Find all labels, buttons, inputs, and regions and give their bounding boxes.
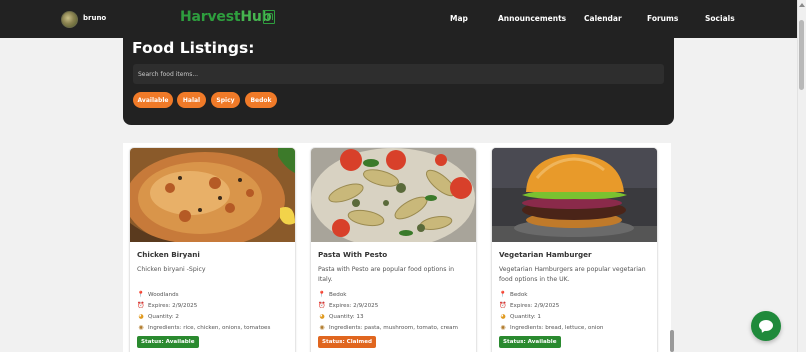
quantity-icon: ◕ — [500, 313, 506, 320]
username-label[interactable]: bruno — [83, 14, 106, 22]
status-badge: Status: Available — [499, 336, 561, 348]
quantity-text: Quantity: 2 — [148, 313, 179, 320]
chat-button[interactable] — [751, 311, 781, 341]
food-image-vegetarian-hamburger — [492, 148, 657, 242]
pin-icon: 📍 — [318, 291, 326, 298]
expiry-text: Expires: 2/9/2025 — [329, 302, 379, 309]
card-expiry: ⏰ Expires: 2/9/2025 — [137, 302, 197, 309]
card-title: Chicken Biryani — [137, 250, 200, 259]
food-card[interactable]: Chicken Biryani Chicken biryani -Spicy 📍… — [129, 147, 296, 352]
nav-link-announcements[interactable]: Announcements — [498, 14, 566, 23]
filter-chip-halal[interactable]: Halal — [177, 92, 206, 108]
expiry-text: Expires: 2/9/2025 — [510, 302, 560, 309]
brand-logo[interactable]: HarvestHub — [180, 9, 272, 25]
ingredients-icon: ◉ — [319, 324, 325, 331]
harvest-basket-icon — [263, 10, 275, 24]
card-ingredients: ◉ Ingredients: bread, lettuce, onion — [499, 324, 603, 331]
card-expiry: ⏰ Expires: 2/9/2025 — [499, 302, 559, 309]
card-location: 📍 Woodlands — [137, 291, 179, 298]
quantity-icon: ◕ — [319, 313, 325, 320]
filter-chip-spicy[interactable]: Spicy — [211, 92, 240, 108]
card-location: 📍 Bedok — [499, 291, 528, 298]
nav-link-map[interactable]: Map — [450, 14, 468, 23]
avatar[interactable] — [61, 11, 78, 28]
quantity-text: Quantity: 1 — [510, 313, 541, 320]
food-card[interactable]: Pasta With Pesto Pasta with Pesto are po… — [310, 147, 477, 352]
location-text: Bedok — [329, 291, 347, 298]
nav-link-socials[interactable]: Socials — [705, 14, 735, 23]
card-ingredients: ◉ Ingredients: pasta, mushroom, tomato, … — [318, 324, 458, 331]
pin-icon: 📍 — [499, 291, 507, 298]
card-description: Chicken biryani -Spicy — [137, 266, 206, 273]
card-expiry: ⏰ Expires: 2/9/2025 — [318, 302, 378, 309]
top-navbar: bruno HarvestHub Map Announcements Calen… — [0, 0, 797, 38]
card-ingredients: ◉ Ingredients: rice, chicken, onions, to… — [137, 324, 270, 331]
page-scrollbar-thumb[interactable] — [799, 20, 804, 90]
logo-text-harvest: Harvest — [180, 9, 241, 25]
status-badge: Status: Available — [137, 336, 199, 348]
filter-chip-bedok[interactable]: Bedok — [245, 92, 277, 108]
scroll-up-arrow-icon[interactable] — [799, 3, 805, 7]
pin-icon: 📍 — [137, 291, 145, 298]
card-title: Vegetarian Hamburger — [499, 250, 592, 259]
ingredients-text: Ingredients: rice, chicken, onions, toma… — [148, 324, 271, 331]
card-quantity: ◕ Quantity: 13 — [318, 313, 364, 320]
ingredients-icon: ◉ — [500, 324, 506, 331]
page-title: Food Listings: — [132, 39, 255, 57]
card-quantity: ◕ Quantity: 1 — [499, 313, 541, 320]
nav-link-forums[interactable]: Forums — [647, 14, 678, 23]
food-image-pasta-with-pesto — [311, 148, 476, 242]
chat-icon-tail — [759, 326, 767, 335]
cards-scrollbar-thumb[interactable] — [670, 330, 674, 352]
ingredients-text: Ingredients: pasta, mushroom, tomato, cr… — [329, 324, 459, 331]
alarm-clock-icon: ⏰ — [318, 302, 326, 309]
nav-link-calendar[interactable]: Calendar — [584, 14, 622, 23]
filter-chip-available[interactable]: Available — [133, 92, 173, 108]
expiry-text: Expires: 2/9/2025 — [148, 302, 198, 309]
alarm-clock-icon: ⏰ — [137, 302, 145, 309]
card-description: Vegetarian Hamburgers are popular vegeta… — [499, 266, 646, 283]
food-image-chicken-biryani — [130, 148, 295, 242]
card-quantity: ◕ Quantity: 2 — [137, 313, 179, 320]
search-input[interactable] — [133, 64, 664, 84]
card-description: Pasta with Pesto are popular food option… — [318, 266, 455, 283]
card-title: Pasta With Pesto — [318, 250, 388, 259]
alarm-clock-icon: ⏰ — [499, 302, 507, 309]
ingredients-icon: ◉ — [138, 324, 144, 331]
quantity-text: Quantity: 13 — [329, 313, 364, 320]
quantity-icon: ◕ — [138, 313, 144, 320]
card-location: 📍 Bedok — [318, 291, 347, 298]
food-card[interactable]: Vegetarian Hamburger Vegetarian Hamburge… — [491, 147, 658, 352]
ingredients-text: Ingredients: bread, lettuce, onion — [510, 324, 604, 331]
location-text: Bedok — [510, 291, 528, 298]
location-text: Woodlands — [148, 291, 179, 298]
status-badge: Status: Claimed — [318, 336, 376, 348]
food-listings-panel: Food Listings: Available Halal Spicy Bed… — [123, 38, 674, 125]
